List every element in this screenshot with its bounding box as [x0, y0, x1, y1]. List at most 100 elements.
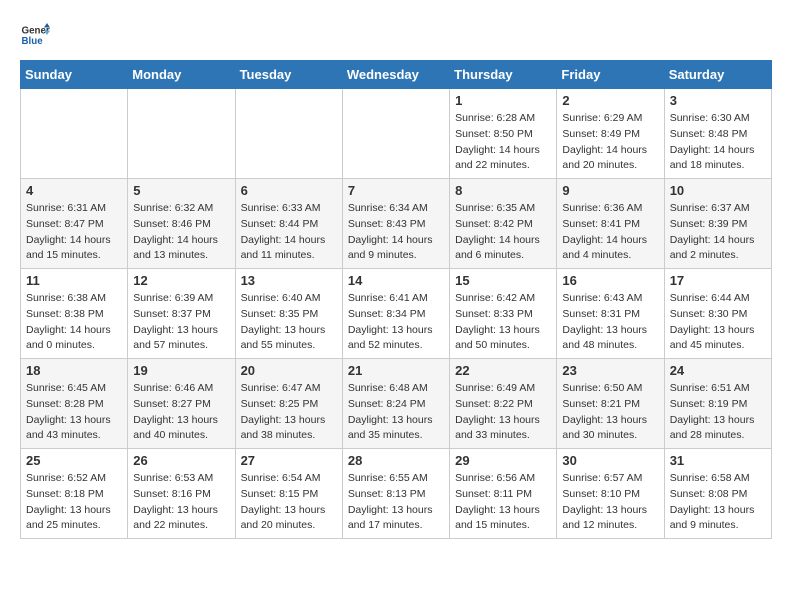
- day-number: 12: [133, 273, 229, 288]
- day-number: 4: [26, 183, 122, 198]
- weekday-header-monday: Monday: [128, 61, 235, 89]
- day-cell: 27 Sunrise: 6:54 AMSunset: 8:15 PMDayligh…: [235, 449, 342, 539]
- weekday-header-wednesday: Wednesday: [342, 61, 449, 89]
- day-number: 22: [455, 363, 551, 378]
- day-info: Sunrise: 6:31 AMSunset: 8:47 PMDaylight:…: [26, 201, 122, 264]
- day-number: 1: [455, 93, 551, 108]
- day-number: 7: [348, 183, 444, 198]
- day-number: 17: [670, 273, 766, 288]
- logo: General Blue: [20, 20, 50, 50]
- day-info: Sunrise: 6:41 AMSunset: 8:34 PMDaylight:…: [348, 291, 444, 354]
- day-cell: 14 Sunrise: 6:41 AMSunset: 8:34 PMDayligh…: [342, 269, 449, 359]
- day-cell: 21Sunrise: 6:48 AMSunset: 8:24 PMDayligh…: [342, 359, 449, 449]
- day-cell: 30 Sunrise: 6:57 AMSunset: 8:10 PMDayligh…: [557, 449, 664, 539]
- calendar-table: SundayMondayTuesdayWednesdayThursdayFrid…: [20, 60, 772, 539]
- day-cell: 18Sunrise: 6:45 AMSunset: 8:28 PMDayligh…: [21, 359, 128, 449]
- day-info: Sunrise: 6:46 AMSunset: 8:27 PMDaylight:…: [133, 381, 229, 444]
- day-number: 31: [670, 453, 766, 468]
- day-cell: 2 Sunrise: 6:29 AMSunset: 8:49 PMDaylight…: [557, 89, 664, 179]
- day-number: 14: [348, 273, 444, 288]
- day-info: Sunrise: 6:47 AMSunset: 8:25 PMDaylight:…: [241, 381, 337, 444]
- day-number: 9: [562, 183, 658, 198]
- day-number: 11: [26, 273, 122, 288]
- day-info: Sunrise: 6:42 AMSunset: 8:33 PMDaylight:…: [455, 291, 551, 354]
- day-info: Sunrise: 6:50 AMSunset: 8:21 PMDaylight:…: [562, 381, 658, 444]
- day-number: 27: [241, 453, 337, 468]
- weekday-header-tuesday: Tuesday: [235, 61, 342, 89]
- day-number: 8: [455, 183, 551, 198]
- logo-icon: General Blue: [20, 20, 50, 50]
- day-cell: 6Sunrise: 6:33 AMSunset: 8:44 PMDaylight…: [235, 179, 342, 269]
- day-number: 26: [133, 453, 229, 468]
- day-number: 29: [455, 453, 551, 468]
- day-cell: 1 Sunrise: 6:28 AMSunset: 8:50 PMDaylight…: [450, 89, 557, 179]
- day-info: Sunrise: 6:52 AMSunset: 8:18 PMDaylight:…: [26, 471, 122, 534]
- day-cell: 9 Sunrise: 6:36 AMSunset: 8:41 PMDaylight…: [557, 179, 664, 269]
- day-cell: 3 Sunrise: 6:30 AMSunset: 8:48 PMDaylight…: [664, 89, 771, 179]
- day-number: 23: [562, 363, 658, 378]
- weekday-header-row: SundayMondayTuesdayWednesdayThursdayFrid…: [21, 61, 772, 89]
- day-info: Sunrise: 6:54 AMSunset: 8:15 PMDaylight:…: [241, 471, 337, 534]
- day-number: 21: [348, 363, 444, 378]
- day-number: 16: [562, 273, 658, 288]
- day-info: Sunrise: 6:35 AMSunset: 8:42 PMDaylight:…: [455, 201, 551, 264]
- day-number: 20: [241, 363, 337, 378]
- day-info: Sunrise: 6:51 AMSunset: 8:19 PMDaylight:…: [670, 381, 766, 444]
- day-cell: 17 Sunrise: 6:44 AMSunset: 8:30 PMDayligh…: [664, 269, 771, 359]
- day-number: 2: [562, 93, 658, 108]
- day-cell: 23 Sunrise: 6:50 AMSunset: 8:21 PMDayligh…: [557, 359, 664, 449]
- day-cell: 31 Sunrise: 6:58 AMSunset: 8:08 PMDayligh…: [664, 449, 771, 539]
- day-info: Sunrise: 6:34 AMSunset: 8:43 PMDaylight:…: [348, 201, 444, 264]
- day-cell: 13 Sunrise: 6:40 AMSunset: 8:35 PMDayligh…: [235, 269, 342, 359]
- day-number: 13: [241, 273, 337, 288]
- day-cell: 29Sunrise: 6:56 AMSunset: 8:11 PMDayligh…: [450, 449, 557, 539]
- day-cell: 7 Sunrise: 6:34 AMSunset: 8:43 PMDaylight…: [342, 179, 449, 269]
- week-row-5: 25 Sunrise: 6:52 AMSunset: 8:18 PMDayligh…: [21, 449, 772, 539]
- day-cell: [21, 89, 128, 179]
- day-cell: 24Sunrise: 6:51 AMSunset: 8:19 PMDayligh…: [664, 359, 771, 449]
- day-info: Sunrise: 6:53 AMSunset: 8:16 PMDaylight:…: [133, 471, 229, 534]
- day-info: Sunrise: 6:44 AMSunset: 8:30 PMDaylight:…: [670, 291, 766, 354]
- weekday-header-sunday: Sunday: [21, 61, 128, 89]
- day-number: 6: [241, 183, 337, 198]
- day-cell: [128, 89, 235, 179]
- day-cell: [342, 89, 449, 179]
- day-cell: 10 Sunrise: 6:37 AMSunset: 8:39 PMDayligh…: [664, 179, 771, 269]
- week-row-1: 1 Sunrise: 6:28 AMSunset: 8:50 PMDaylight…: [21, 89, 772, 179]
- day-number: 25: [26, 453, 122, 468]
- day-cell: 15 Sunrise: 6:42 AMSunset: 8:33 PMDayligh…: [450, 269, 557, 359]
- day-number: 3: [670, 93, 766, 108]
- day-info: Sunrise: 6:29 AMSunset: 8:49 PMDaylight:…: [562, 111, 658, 174]
- day-cell: 5Sunrise: 6:32 AMSunset: 8:46 PMDaylight…: [128, 179, 235, 269]
- day-info: Sunrise: 6:39 AMSunset: 8:37 PMDaylight:…: [133, 291, 229, 354]
- weekday-header-friday: Friday: [557, 61, 664, 89]
- calendar-body: 1 Sunrise: 6:28 AMSunset: 8:50 PMDaylight…: [21, 89, 772, 539]
- day-number: 30: [562, 453, 658, 468]
- day-info: Sunrise: 6:49 AMSunset: 8:22 PMDaylight:…: [455, 381, 551, 444]
- day-number: 28: [348, 453, 444, 468]
- day-info: Sunrise: 6:43 AMSunset: 8:31 PMDaylight:…: [562, 291, 658, 354]
- day-info: Sunrise: 6:45 AMSunset: 8:28 PMDaylight:…: [26, 381, 122, 444]
- day-number: 19: [133, 363, 229, 378]
- day-number: 15: [455, 273, 551, 288]
- weekday-header-saturday: Saturday: [664, 61, 771, 89]
- day-info: Sunrise: 6:57 AMSunset: 8:10 PMDaylight:…: [562, 471, 658, 534]
- day-number: 5: [133, 183, 229, 198]
- day-info: Sunrise: 6:37 AMSunset: 8:39 PMDaylight:…: [670, 201, 766, 264]
- day-info: Sunrise: 6:36 AMSunset: 8:41 PMDaylight:…: [562, 201, 658, 264]
- day-cell: 25 Sunrise: 6:52 AMSunset: 8:18 PMDayligh…: [21, 449, 128, 539]
- week-row-4: 18Sunrise: 6:45 AMSunset: 8:28 PMDayligh…: [21, 359, 772, 449]
- day-info: Sunrise: 6:40 AMSunset: 8:35 PMDaylight:…: [241, 291, 337, 354]
- day-info: Sunrise: 6:58 AMSunset: 8:08 PMDaylight:…: [670, 471, 766, 534]
- day-cell: 22 Sunrise: 6:49 AMSunset: 8:22 PMDayligh…: [450, 359, 557, 449]
- weekday-header-thursday: Thursday: [450, 61, 557, 89]
- day-cell: [235, 89, 342, 179]
- svg-text:Blue: Blue: [22, 36, 44, 47]
- day-info: Sunrise: 6:30 AMSunset: 8:48 PMDaylight:…: [670, 111, 766, 174]
- day-number: 10: [670, 183, 766, 198]
- day-cell: 20 Sunrise: 6:47 AMSunset: 8:25 PMDayligh…: [235, 359, 342, 449]
- week-row-3: 11Sunrise: 6:38 AMSunset: 8:38 PMDayligh…: [21, 269, 772, 359]
- day-info: Sunrise: 6:28 AMSunset: 8:50 PMDaylight:…: [455, 111, 551, 174]
- day-cell: 11Sunrise: 6:38 AMSunset: 8:38 PMDayligh…: [21, 269, 128, 359]
- day-cell: 26 Sunrise: 6:53 AMSunset: 8:16 PMDayligh…: [128, 449, 235, 539]
